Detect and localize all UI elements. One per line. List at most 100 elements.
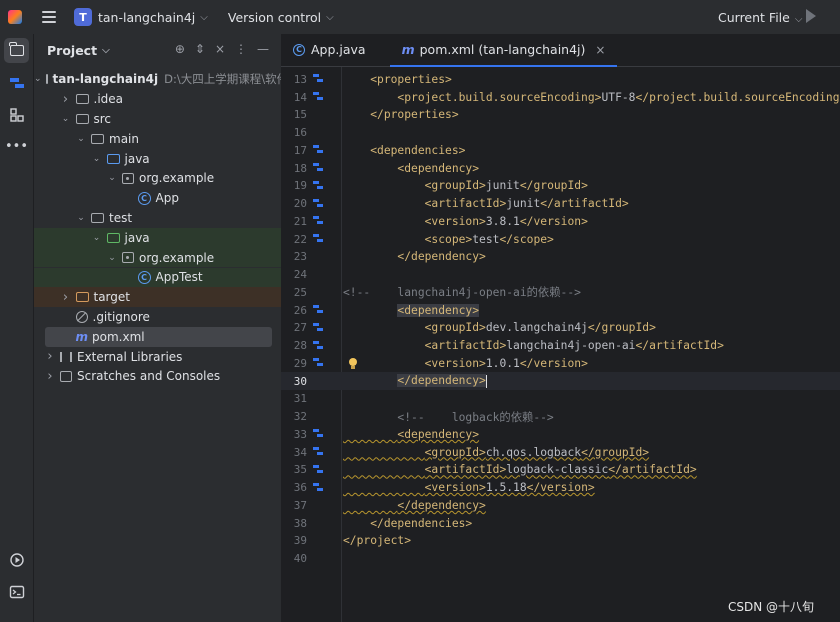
gutter-mark[interactable] xyxy=(310,233,326,245)
code-line[interactable]: 36 <version>1.5.18</version> xyxy=(281,479,840,497)
code-line[interactable]: 39 </project> xyxy=(281,532,840,550)
gutter-mark[interactable] xyxy=(310,428,326,440)
gutter-mark[interactable] xyxy=(310,73,326,85)
bookmarks-tool-button[interactable] xyxy=(4,70,29,95)
chevron-down-icon[interactable]: ⌄ xyxy=(75,134,87,144)
tree-item[interactable]: C App xyxy=(34,188,282,208)
gutter-mark[interactable] xyxy=(310,517,326,529)
chevron-down-icon[interactable]: ⌵ xyxy=(102,45,110,56)
code-line[interactable]: 26 <dependency> xyxy=(281,301,840,319)
fold-icon[interactable] xyxy=(313,340,323,350)
fold-icon[interactable] xyxy=(313,180,323,190)
gutter-mark[interactable] xyxy=(310,322,326,334)
tree-item[interactable]: ⌄ org.example xyxy=(34,169,282,189)
gutter-mark[interactable] xyxy=(310,375,326,387)
tree-item[interactable]: ⌄ src xyxy=(34,109,282,129)
code-line[interactable]: 23 </dependency> xyxy=(281,248,840,266)
code-line[interactable]: 31 xyxy=(281,390,840,408)
fold-icon[interactable] xyxy=(313,358,323,367)
locate-file-icon[interactable]: ⊕ xyxy=(175,42,185,56)
code-line[interactable]: 17 <dependencies> xyxy=(281,142,840,160)
services-tool-button[interactable] xyxy=(4,547,29,572)
gutter-mark[interactable] xyxy=(310,180,326,192)
tree-item[interactable]: C AppTest xyxy=(34,267,282,288)
gutter-mark[interactable] xyxy=(310,393,326,405)
chevron-right-icon[interactable]: › xyxy=(44,349,56,364)
terminal-tool-button[interactable] xyxy=(4,579,29,604)
gutter-mark[interactable] xyxy=(310,499,326,511)
fold-icon[interactable] xyxy=(313,429,323,438)
code-line[interactable]: 16 xyxy=(281,124,840,142)
tab-app-java[interactable]: C App.java xyxy=(281,33,378,66)
fold-icon[interactable] xyxy=(313,163,323,172)
code-line[interactable]: 35 <artifactId>logback-classic</artifact… xyxy=(281,461,840,479)
code-line[interactable]: 40 xyxy=(281,550,840,568)
code-line[interactable]: 18 <dependency> xyxy=(281,159,840,177)
gutter-mark[interactable] xyxy=(310,269,326,281)
chevron-down-icon[interactable]: ⌄ xyxy=(91,233,103,243)
code-line[interactable]: 29 <version>1.0.1</version> xyxy=(281,355,840,373)
chevron-right-icon[interactable]: › xyxy=(60,92,72,107)
chevron-right-icon[interactable]: › xyxy=(44,369,56,384)
gutter-mark[interactable] xyxy=(310,535,326,547)
gutter-mark[interactable] xyxy=(310,357,326,369)
tree-item[interactable]: ⌄ java xyxy=(34,149,282,169)
gutter-mark[interactable] xyxy=(310,304,326,316)
code-line[interactable]: 38 </dependencies> xyxy=(281,514,840,532)
tree-item[interactable]: ⌄ tan-langchain4j D:\大四上学期课程\软件 xyxy=(34,70,288,90)
tree-item[interactable]: ⌄ main xyxy=(34,129,282,149)
tree-item[interactable]: › Scratches and Consoles xyxy=(34,367,282,387)
fold-icon[interactable] xyxy=(313,198,323,208)
project-badge[interactable]: T xyxy=(74,8,92,26)
fold-icon[interactable] xyxy=(313,482,323,492)
gutter-mark[interactable] xyxy=(310,251,326,263)
close-icon[interactable]: × xyxy=(595,43,605,57)
gutter-mark[interactable] xyxy=(310,411,326,423)
code-line[interactable]: 27 <groupId>dev.langchain4j</groupId> xyxy=(281,319,840,337)
tree-item[interactable]: .gitignore xyxy=(34,307,282,327)
gutter-mark[interactable] xyxy=(310,127,326,139)
code-line[interactable]: 28 <artifactId>langchain4j-open-ai</arti… xyxy=(281,337,840,355)
fold-icon[interactable] xyxy=(313,322,323,332)
gutter-mark[interactable] xyxy=(310,482,326,494)
tree-item[interactable]: ⌄ org.example xyxy=(34,247,282,268)
chevron-down-icon[interactable]: ⌄ xyxy=(75,213,87,223)
code-line[interactable]: 15 </properties> xyxy=(281,106,840,124)
version-control-menu[interactable]: Version control xyxy=(228,10,321,25)
code-line[interactable]: 30 </dependency> xyxy=(281,372,840,391)
tab-pom-xml[interactable]: m pom.xml (tan-langchain4j) × xyxy=(389,33,618,67)
gutter-mark[interactable] xyxy=(310,198,326,210)
chevron-down-icon[interactable]: ⌄ xyxy=(34,74,42,84)
code-line[interactable]: 21 <version>3.8.1</version> xyxy=(281,213,840,231)
run-config-selector[interactable]: Current File ⌵ xyxy=(718,10,802,25)
chevron-down-icon[interactable]: ⌄ xyxy=(91,154,103,164)
more-tools-button[interactable]: ••• xyxy=(4,134,29,159)
code-line[interactable]: 20 <artifactId>junit</artifactId> xyxy=(281,195,840,213)
code-line[interactable]: 19 <groupId>junit</groupId> xyxy=(281,177,840,195)
fold-icon[interactable] xyxy=(313,92,323,101)
gutter-mark[interactable] xyxy=(310,162,326,174)
project-switcher[interactable]: tan-langchain4j xyxy=(98,10,195,25)
code-line[interactable]: 32 <!-- logback的依赖--> xyxy=(281,408,840,426)
gutter-mark[interactable] xyxy=(310,340,326,352)
chevron-down-icon[interactable]: ⌄ xyxy=(60,114,72,124)
code-line[interactable]: 33 <dependency> xyxy=(281,426,840,444)
gutter-mark[interactable] xyxy=(310,91,326,103)
code-line[interactable]: 22 <scope>test</scope> xyxy=(281,230,840,248)
gutter-mark[interactable] xyxy=(310,109,326,121)
code-line[interactable]: 14 <project.build.sourceEncoding>UTF-8</… xyxy=(281,88,840,106)
hide-panel-icon[interactable]: — xyxy=(257,42,269,56)
gutter-mark[interactable] xyxy=(310,215,326,227)
code-line[interactable]: 37 </dependency> xyxy=(281,497,840,515)
fold-icon[interactable] xyxy=(313,145,323,154)
main-menu-icon[interactable] xyxy=(42,11,56,23)
fold-icon[interactable] xyxy=(313,234,323,243)
fold-icon[interactable] xyxy=(313,447,323,456)
gutter-mark[interactable] xyxy=(310,446,326,458)
fold-icon[interactable] xyxy=(313,216,323,225)
chevron-down-icon[interactable]: ⌵ xyxy=(326,12,334,23)
tree-item[interactable]: ⌄ test xyxy=(34,208,282,228)
code-line[interactable]: 24 xyxy=(281,266,840,284)
chevron-down-icon[interactable]: ⌵ xyxy=(200,12,208,23)
chevron-right-icon[interactable]: › xyxy=(60,290,72,305)
